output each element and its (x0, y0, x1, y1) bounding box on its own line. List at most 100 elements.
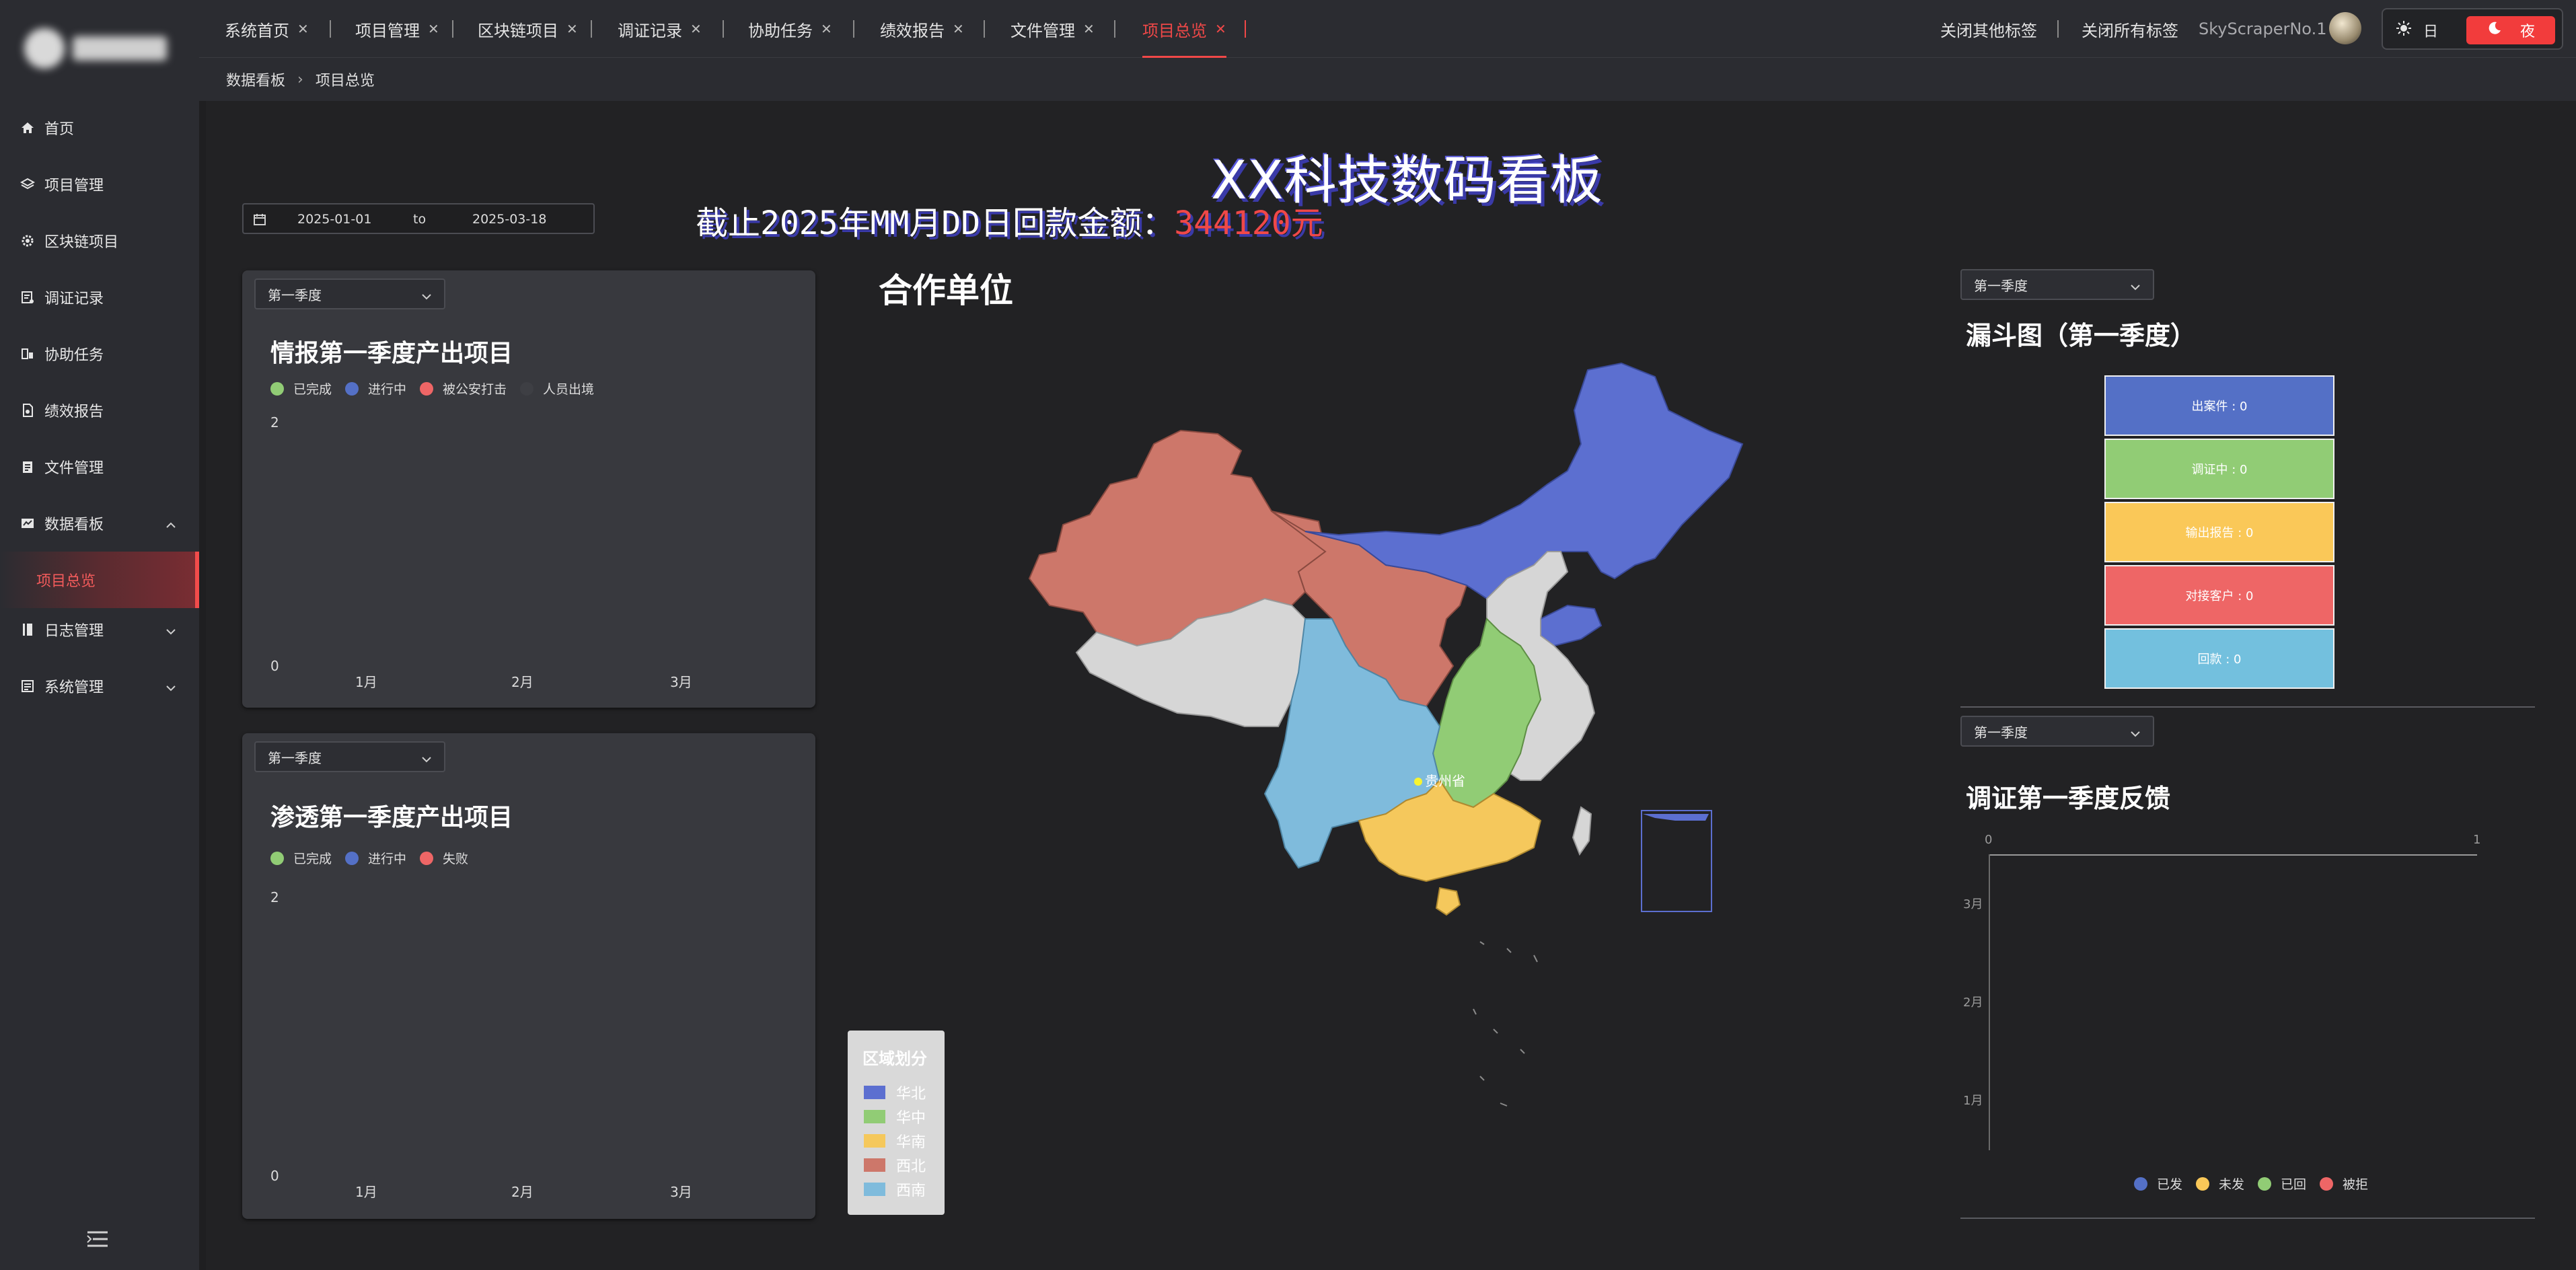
close-icon[interactable]: ✕ (821, 21, 832, 37)
tab-blockchain[interactable]: 区块链项目 ✕ (478, 0, 578, 58)
x-axis-label: 1月 (355, 674, 377, 690)
sidebar-item-label: 数据看板 (44, 517, 104, 533)
legend-item[interactable]: 已回 (2258, 1174, 2306, 1193)
close-icon[interactable]: ✕ (1083, 21, 1095, 37)
close-icon[interactable]: ✕ (1215, 21, 1226, 37)
china-map[interactable]: 贵州省 (1009, 350, 1776, 1157)
sidebar-item-projects[interactable]: 项目管理 (0, 156, 199, 213)
date-end-input[interactable]: 2025-03-18 (472, 212, 546, 227)
legend-item[interactable]: 未发 (2196, 1174, 2244, 1193)
map-south-sea-islands (1473, 941, 1538, 1107)
region-legend-item[interactable]: 西南 (864, 1179, 926, 1200)
tab-label: 绩效报告 (880, 21, 945, 40)
close-icon[interactable]: ✕ (428, 21, 439, 37)
intel-quarter-select[interactable]: 第一季度 (254, 278, 445, 309)
sidebar-item-blockchain[interactable]: 区块链项目 (0, 213, 199, 269)
tab-label: 协助任务 (748, 21, 813, 40)
y-axis-label: 0 (270, 1168, 279, 1184)
tab-files[interactable]: 文件管理 ✕ (1010, 0, 1095, 58)
section-divider (1960, 706, 2535, 708)
chevron-right-icon: › (297, 71, 303, 88)
sidebar-item-home[interactable]: 首页 (0, 100, 199, 156)
tab-label: 调证记录 (618, 21, 682, 40)
close-icon[interactable]: ✕ (297, 21, 309, 37)
legend-item[interactable]: 失败 (420, 849, 468, 867)
chevron-up-icon (165, 517, 176, 533)
tab-overview[interactable]: 项目总览 ✕ (1142, 0, 1226, 58)
sidebar-item-evidence[interactable]: 调证记录 (0, 269, 199, 326)
sidebar-item-dashboard[interactable]: 数据看板 (0, 495, 199, 552)
tab-projects[interactable]: 项目管理 ✕ (355, 0, 439, 58)
calendar-icon (253, 213, 266, 229)
home-icon (20, 120, 35, 135)
y-axis-label: 2 (270, 889, 279, 905)
avatar[interactable] (2329, 12, 2361, 44)
tab-divider (1245, 20, 1246, 38)
breadcrumb-parent[interactable]: 数据看板 (226, 69, 285, 90)
chevron-down-icon (421, 288, 432, 304)
funnel-quarter-select[interactable]: 第一季度 (1960, 269, 2154, 300)
tab-home[interactable]: 系统首页 ✕ (225, 0, 309, 58)
theme-day-button[interactable]: 日 (2395, 17, 2438, 43)
sidebar-item-assist[interactable]: 协助任务 (0, 326, 199, 382)
sidebar-item-label: 首页 (44, 121, 75, 138)
sidebar-item-label: 系统管理 (44, 679, 104, 696)
pentest-chart-title: 渗透第一季度产出项目 (270, 804, 513, 831)
feedback-chart-title: 调证第一季度反馈 (1966, 784, 2171, 813)
intel-chart-title: 情报第一季度产出项目 (270, 340, 513, 367)
legend-item[interactable]: 被公安打击 (420, 379, 507, 398)
username[interactable]: SkyScraperNo.1 (2199, 0, 2326, 58)
x-axis-label: 3月 (670, 674, 692, 690)
region-legend-item[interactable]: 华南 (864, 1130, 926, 1152)
region-legend: 区域划分 华北 华中 华南 西北 西南 (848, 1031, 945, 1215)
theme-night-button[interactable]: 夜 (2466, 16, 2555, 44)
feedback-quarter-select[interactable]: 第一季度 (1960, 716, 2154, 747)
report-icon (20, 403, 35, 418)
sidebar-item-files[interactable]: 文件管理 (0, 439, 199, 495)
date-start-input[interactable]: 2025-01-01 (297, 212, 371, 227)
legend-item[interactable]: 已完成 (270, 379, 332, 398)
legend-item[interactable]: 已发 (2134, 1174, 2182, 1193)
breadcrumb-current: 项目总览 (315, 73, 375, 89)
logo (24, 26, 172, 73)
sidebar-item-label: 调证记录 (44, 291, 104, 307)
breadcrumb: 数据看板 › 项目总览 (199, 58, 2576, 101)
tab-performance[interactable]: 绩效报告 ✕ (880, 0, 964, 58)
funnel-step[interactable]: 回款 : 0 (2104, 628, 2334, 689)
sidebar-item-overview[interactable]: 项目总览 (0, 552, 199, 608)
sidebar-item-performance[interactable]: 绩效报告 (0, 382, 199, 439)
sidebar-item-system[interactable]: 系统管理 (0, 658, 199, 714)
legend-item[interactable]: 人员出境 (520, 379, 594, 398)
close-icon[interactable]: ✕ (566, 21, 578, 37)
map-marker-label: 贵州省 (1425, 773, 1465, 789)
funnel-step[interactable]: 调证中 : 0 (2104, 439, 2334, 499)
chevron-down-icon (165, 679, 176, 696)
close-icon[interactable]: ✕ (953, 21, 964, 37)
x-axis-label: 1月 (355, 1184, 377, 1200)
legend-item[interactable]: 进行中 (345, 849, 406, 867)
close-others-button[interactable]: 关闭其他标签 (1940, 0, 2037, 58)
close-all-button[interactable]: 关闭所有标签 (2082, 0, 2178, 58)
theme-switch: 日 夜 (2382, 8, 2563, 50)
close-icon[interactable]: ✕ (690, 21, 702, 37)
map-region-shandong (1540, 604, 1603, 647)
funnel-step[interactable]: 输出报告 : 0 (2104, 502, 2334, 562)
layers-icon (20, 177, 35, 192)
feedback-legend: 已发 未发 已回 被拒 (2134, 1174, 2382, 1193)
tab-assist[interactable]: 协助任务 ✕ (748, 0, 832, 58)
x-axis-label: 2月 (511, 674, 533, 690)
tab-evidence[interactable]: 调证记录 ✕ (618, 0, 702, 58)
region-legend-item[interactable]: 华中 (864, 1106, 926, 1127)
legend-item[interactable]: 进行中 (345, 379, 406, 398)
date-range-picker[interactable]: 2025-01-01 to 2025-03-18 (242, 203, 595, 234)
funnel-step[interactable]: 出案件 : 0 (2104, 375, 2334, 436)
region-legend-item[interactable]: 华北 (864, 1082, 926, 1103)
payment-amount: 344120元 (1174, 204, 1323, 242)
pentest-quarter-select[interactable]: 第一季度 (254, 741, 445, 772)
collapse-menu-icon[interactable] (86, 1230, 109, 1248)
legend-item[interactable]: 被拒 (2320, 1174, 2368, 1193)
funnel-step[interactable]: 对接客户 : 0 (2104, 565, 2334, 626)
legend-item[interactable]: 已完成 (270, 849, 332, 867)
sidebar-item-logs[interactable]: 日志管理 (0, 601, 199, 658)
region-legend-item[interactable]: 西北 (864, 1154, 926, 1176)
